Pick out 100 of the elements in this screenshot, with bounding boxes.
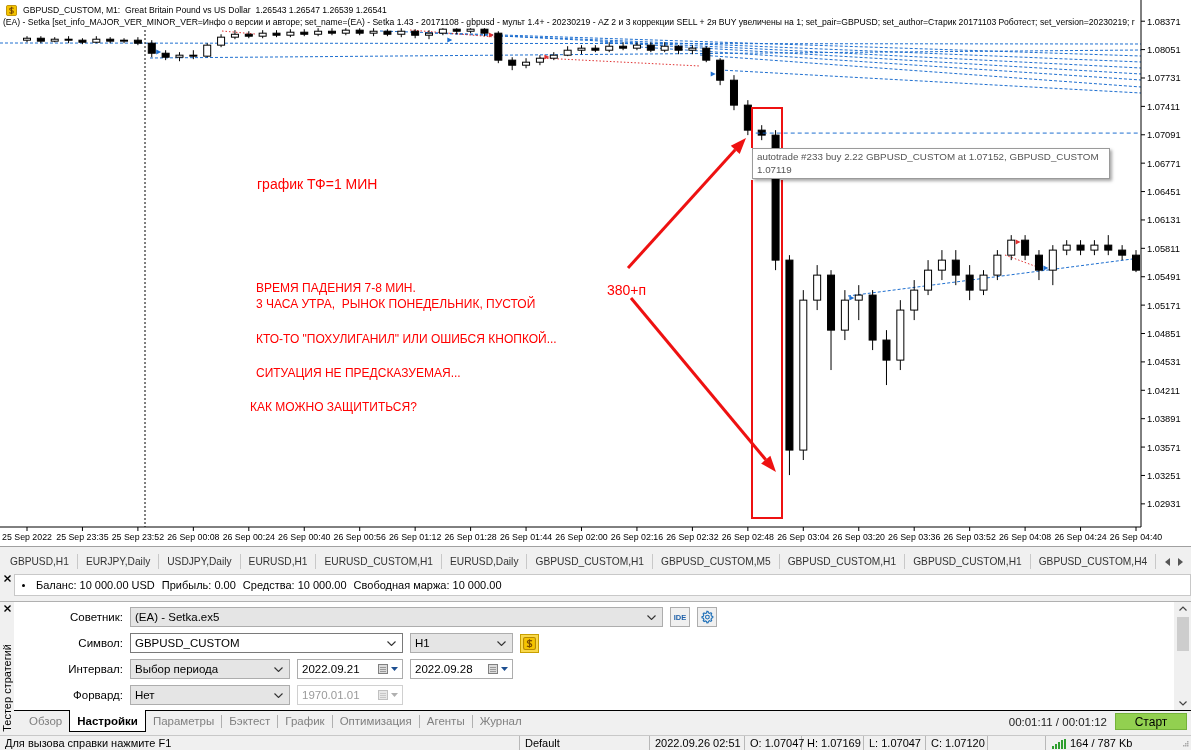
time-label: 26 Sep 03:20 [832, 532, 885, 542]
chart-tab[interactable]: GBPUSD_CUSTOM,M5 [653, 554, 780, 569]
candle [272, 29, 281, 38]
candle [480, 27, 489, 37]
time-label: 26 Sep 02:00 [555, 532, 608, 542]
candle [508, 56, 517, 71]
date-field[interactable]: 2022.09.21 [297, 659, 403, 679]
chart-tab[interactable]: GBPUSD_CUSTOM,H1 [527, 554, 653, 569]
settings-button[interactable] [697, 607, 717, 627]
signal-bars-icon [1052, 738, 1066, 749]
price-label: 1.04531 [1147, 357, 1181, 368]
candle [993, 249, 1002, 281]
chart-tab[interactable]: GBPUSD_CUSTOM,H1 [779, 554, 906, 569]
chart-tab[interactable]: USDJPY,Daily [159, 554, 241, 569]
chart-header-text: GBPUSD_CUSTOM, M1: Great Britain Pound vs US Dollar 1.26543 1.26547 1.26539 1.26541 [23, 4, 387, 16]
candle [577, 44, 586, 55]
tab-scroll-left-icon[interactable] [1165, 557, 1170, 566]
tester-tab[interactable]: Обзор [22, 710, 70, 732]
calendar-icon [488, 664, 498, 674]
scroll-down-icon[interactable] [1178, 701, 1187, 706]
price-label: 1.02931 [1147, 499, 1181, 510]
candle [23, 35, 31, 43]
chart-tab[interactable]: GBPUSD_CUSTOM,H4 [1030, 554, 1157, 569]
candle [286, 28, 295, 38]
field-label: Интервал: [67, 663, 123, 675]
candle [411, 28, 420, 39]
dollar-icon [6, 4, 17, 16]
annotation-text: график ТФ=1 МИН [257, 176, 378, 192]
tab-scroll-right-icon[interactable] [1178, 557, 1183, 566]
time-label: 26 Sep 00:56 [333, 532, 386, 542]
dropdown[interactable]: H1 [410, 633, 513, 653]
time-label: 26 Sep 03:52 [943, 532, 996, 542]
start-button[interactable]: Старт [1115, 713, 1187, 730]
candle [78, 37, 87, 45]
price-label: 1.07091 [1147, 130, 1181, 141]
caret-icon [501, 667, 508, 671]
candle [965, 264, 974, 301]
dropdown[interactable]: (EA) - Setka.ex5 [130, 607, 663, 627]
tester-tab[interactable]: Настройки [69, 710, 146, 732]
tester-tab[interactable]: Агенты [419, 710, 472, 732]
price-label: 1.06771 [1147, 158, 1181, 169]
time-label: 26 Sep 01:28 [444, 532, 497, 542]
time-label: 26 Sep 04:40 [1109, 532, 1163, 542]
dropdown[interactable]: Выбор периода [130, 659, 290, 679]
scroll-up-icon[interactable] [1178, 606, 1187, 611]
tester-tab[interactable]: Оптимизация [332, 710, 419, 732]
tester-tab[interactable]: Журнал [472, 710, 529, 732]
time-label: 26 Sep 01:44 [499, 532, 553, 542]
dollar-button[interactable] [520, 633, 539, 653]
tester-tab[interactable]: График [278, 710, 332, 732]
account-summary-text: Прибыль: 0.00 [161, 579, 236, 591]
candle [813, 264, 822, 311]
chart-tab[interactable]: GBPUSD,H1 [2, 554, 78, 569]
chart-tab[interactable]: EURJPY,Daily [77, 554, 160, 569]
caret-icon [391, 667, 398, 671]
annotation-text: КТО-ТО "ПОХУЛИГАНИЛ" ИЛИ ОШИБСЯ КНОПКОЙ... [256, 332, 557, 346]
close-icon[interactable] [3, 575, 11, 582]
time-label: 26 Sep 00:24 [222, 532, 275, 542]
annotation-text: ВРЕМЯ ПАДЕНИЯ 7-8 МИН. [256, 281, 416, 295]
candle [92, 35, 101, 44]
price-label: 1.05491 [1147, 272, 1181, 283]
candle [244, 30, 253, 39]
candle [328, 27, 336, 36]
candle [106, 36, 115, 44]
chart-tab[interactable]: GBPUSD_CUSTOM,H1 [905, 554, 1031, 569]
chart-tab[interactable]: EURUSD,Daily [442, 554, 528, 569]
trade-marker-icon [544, 54, 550, 60]
candle [605, 41, 614, 53]
candle [868, 289, 877, 351]
tester-tab[interactable]: Параметры [145, 710, 222, 732]
date-field[interactable]: 2022.09.28 [410, 659, 513, 679]
candle [120, 37, 129, 44]
price-label: 1.03891 [1147, 414, 1181, 425]
chart-tab[interactable]: EURUSD_CUSTOM,H1 [316, 554, 442, 569]
dropdown[interactable]: Нет [130, 685, 290, 705]
time-label: 26 Sep 02:16 [610, 532, 664, 542]
scrollbar[interactable] [1174, 602, 1191, 710]
time-label: 26 Sep 02:48 [721, 532, 774, 542]
low-price-text: L: 1.07047 [864, 736, 926, 750]
combo-input-field[interactable]: GBPUSD_CUSTOM [130, 633, 403, 653]
candle [355, 27, 364, 36]
caret-icon [274, 666, 283, 672]
candle [840, 289, 849, 341]
time-label: 26 Sep 00:08 [167, 532, 220, 542]
candle [646, 41, 655, 53]
scrollbar-thumb[interactable] [1176, 617, 1189, 651]
candle [314, 27, 323, 37]
resize-grip-icon[interactable] [1183, 740, 1189, 747]
caret-icon [497, 640, 506, 646]
candle [632, 41, 641, 51]
price-label: 1.06131 [1147, 215, 1181, 226]
candle [882, 329, 891, 386]
time-label: 26 Sep 00:40 [278, 532, 331, 542]
trade-marker-icon [1015, 239, 1021, 245]
price-label: 1.07731 [1147, 73, 1181, 84]
close-icon[interactable] [3, 605, 11, 612]
candle [854, 284, 863, 321]
price-label: 1.07411 [1147, 101, 1180, 112]
chart-tab[interactable]: EURUSD,H1 [240, 554, 317, 569]
tester-tab[interactable]: Бэктест [222, 710, 278, 732]
